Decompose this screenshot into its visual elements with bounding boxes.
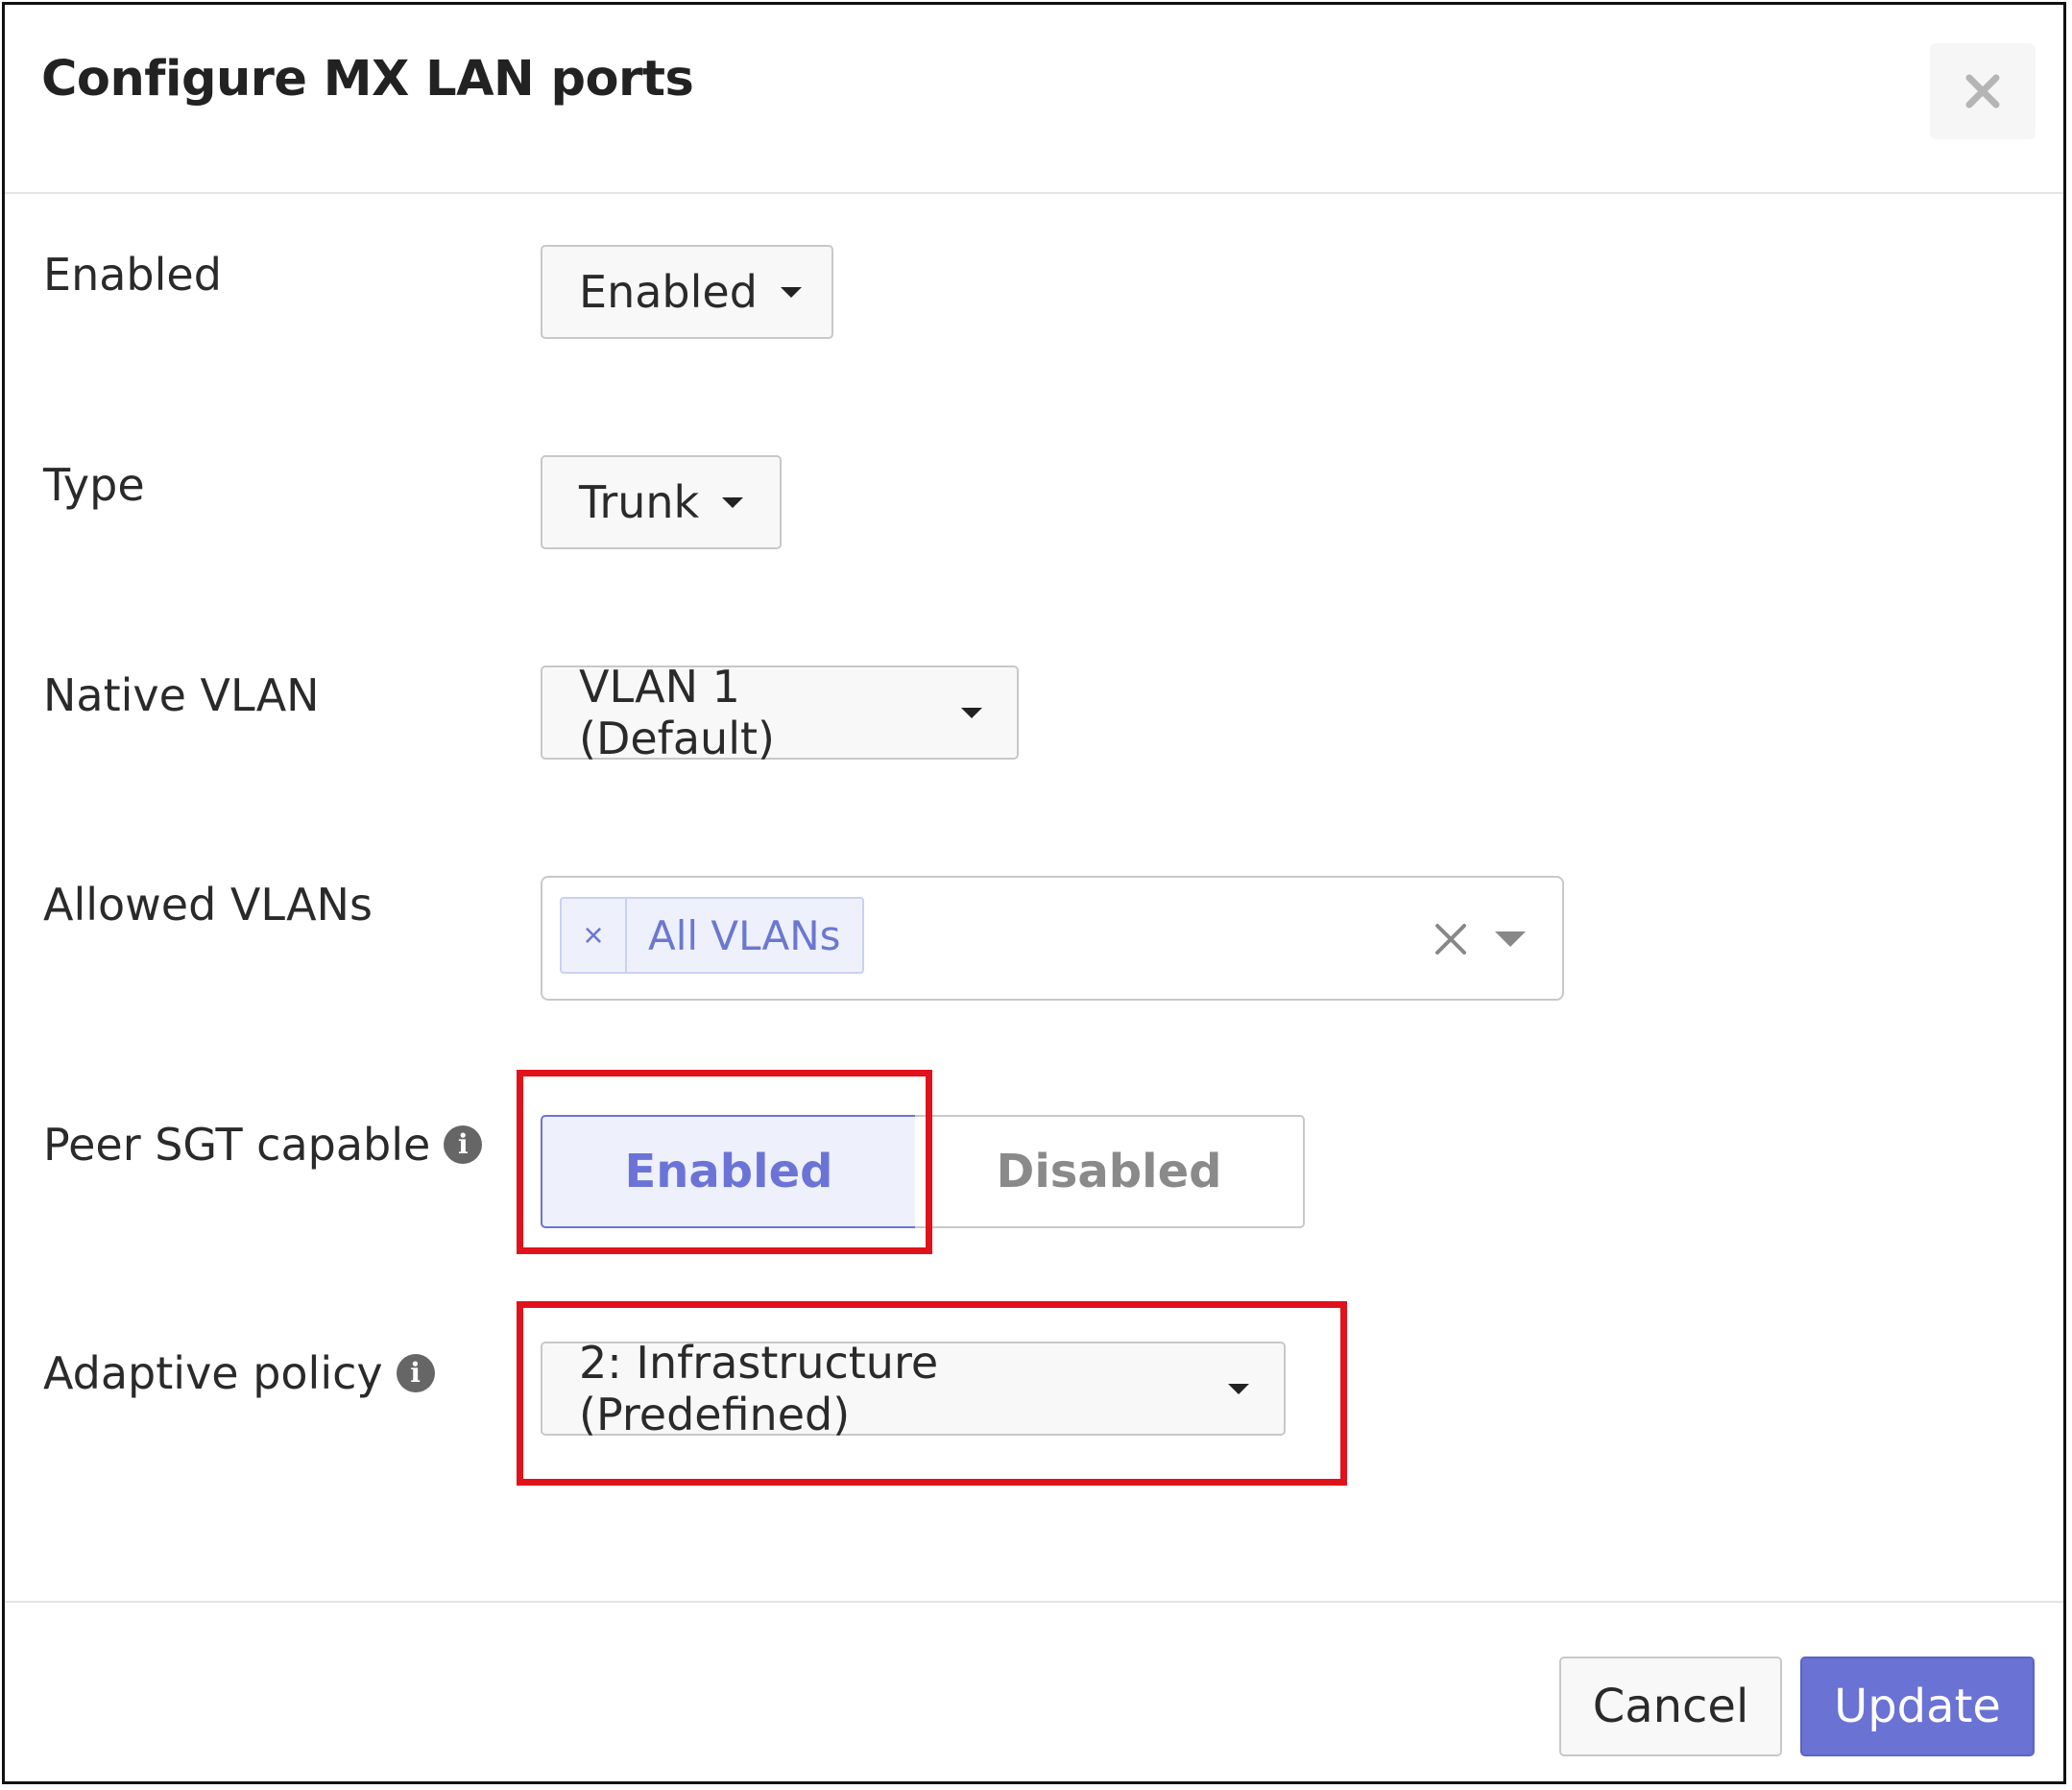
dialog-header: Configure MX LAN ports <box>5 5 2063 194</box>
native-vlan-dropdown-value: VLAN 1 (Default) <box>579 661 775 764</box>
info-icon[interactable]: i <box>396 1353 435 1392</box>
type-label: Type <box>43 459 145 511</box>
tag-remove-button[interactable]: × <box>562 899 627 972</box>
adaptive-policy-dropdown[interactable]: 2: Infrastructure (Predefined) <box>541 1337 1286 1440</box>
type-dropdown[interactable]: Trunk <box>541 455 782 549</box>
clear-icon[interactable] <box>1430 918 1472 960</box>
allowed-vlans-label: Allowed VLANs <box>43 879 373 931</box>
chevron-down-icon <box>722 496 744 508</box>
allowed-vlans-multiselect[interactable]: × All VLANs <box>541 876 1564 1001</box>
cancel-button[interactable]: Cancel <box>1559 1657 1782 1756</box>
native-vlan-dropdown[interactable]: VLAN 1 (Default) <box>541 661 1019 764</box>
update-button[interactable]: Update <box>1800 1657 2035 1756</box>
chevron-down-icon <box>1228 1383 1249 1394</box>
vlan-tag: × All VLANs <box>560 897 864 974</box>
dialog-title: Configure MX LAN ports <box>41 51 694 108</box>
enabled-dropdown-value: Enabled <box>579 266 758 318</box>
peer-sgt-disabled-option[interactable]: Disabled <box>915 1115 1305 1228</box>
enabled-dropdown[interactable]: Enabled <box>541 245 833 339</box>
enabled-label: Enabled <box>43 249 222 301</box>
peer-sgt-label: Peer SGT capable i <box>43 1119 483 1171</box>
chevron-down-icon <box>961 707 982 718</box>
adaptive-policy-label-text: Adaptive policy <box>43 1347 383 1399</box>
close-icon <box>1965 74 2000 109</box>
chevron-down-icon[interactable] <box>1495 931 1526 947</box>
native-vlan-label: Native VLAN <box>43 669 320 721</box>
info-icon[interactable]: i <box>444 1125 483 1164</box>
type-dropdown-value: Trunk <box>579 476 700 528</box>
peer-sgt-label-text: Peer SGT capable <box>43 1119 431 1171</box>
footer-divider <box>5 1601 2063 1603</box>
configure-lan-ports-dialog: Configure MX LAN ports Enabled Enabled T… <box>2 2 2066 1784</box>
chevron-down-icon <box>780 286 802 298</box>
adaptive-policy-dropdown-value: 2: Infrastructure (Predefined) <box>579 1337 939 1440</box>
close-button[interactable] <box>1930 43 2036 139</box>
vlan-tag-label: All VLANs <box>648 911 841 959</box>
peer-sgt-enabled-option[interactable]: Enabled <box>541 1115 917 1228</box>
adaptive-policy-label: Adaptive policy i <box>43 1347 435 1399</box>
